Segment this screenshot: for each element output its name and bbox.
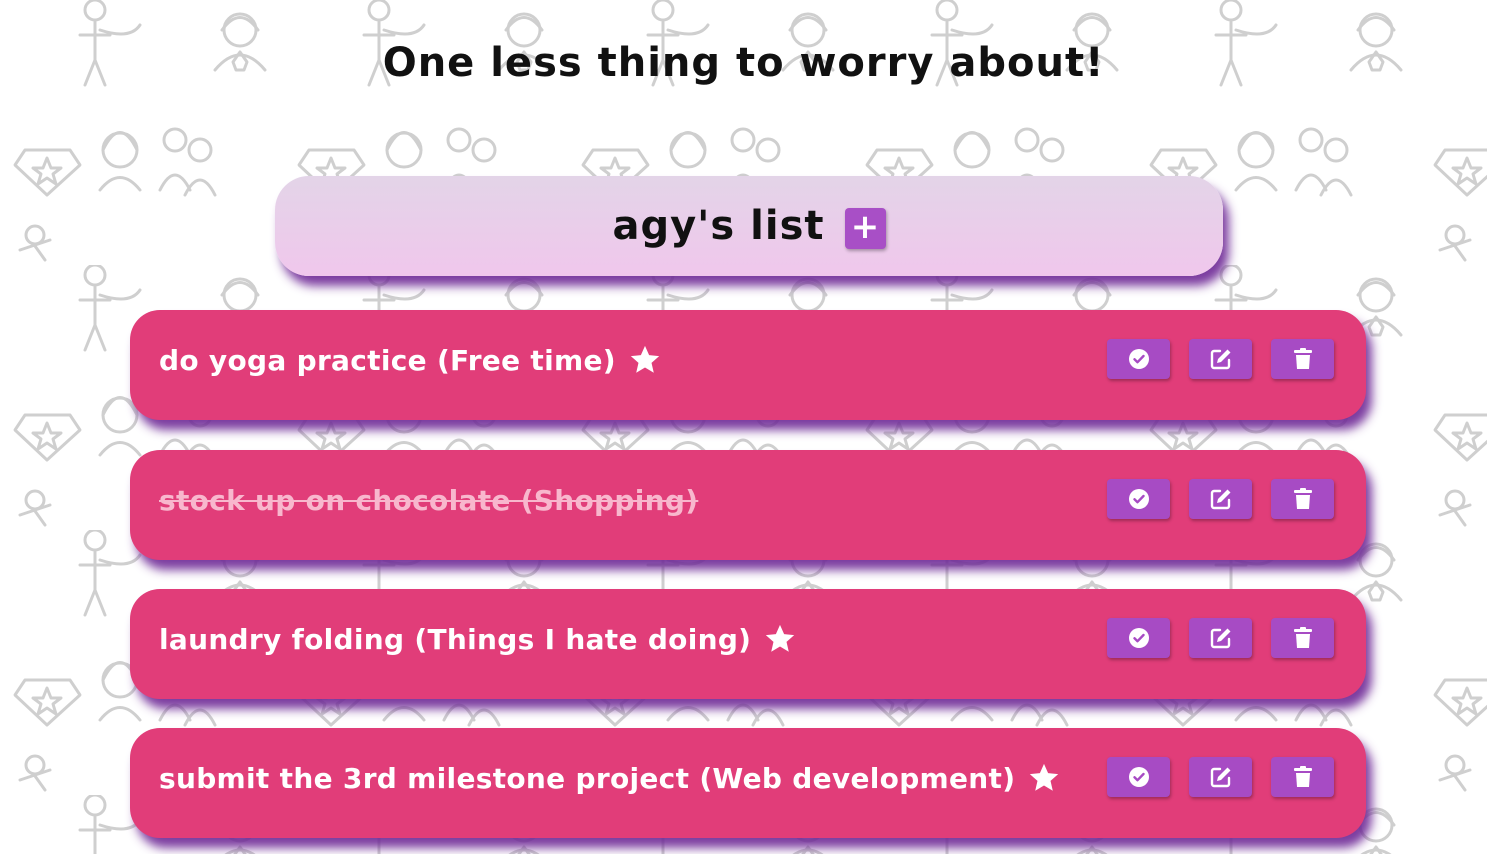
trash-icon	[1293, 488, 1312, 509]
edit-task-button[interactable]	[1189, 339, 1252, 379]
task-text-wrapper: do yoga practice (Free time)	[159, 310, 662, 410]
task-actions	[1107, 618, 1334, 658]
task-label: laundry folding (Things I hate doing)	[159, 622, 752, 656]
page-tagline: One less thing to worry about!	[382, 40, 1105, 86]
star-icon	[1030, 763, 1059, 791]
complete-task-button[interactable]	[1107, 757, 1170, 797]
list-header: agy's list +	[275, 176, 1223, 276]
edit-task-button[interactable]	[1189, 757, 1252, 797]
edit-icon	[1210, 628, 1230, 649]
todo-page: One less thing to worry about! agy's lis…	[0, 0, 1487, 854]
task-actions	[1107, 479, 1334, 519]
edit-icon	[1210, 489, 1230, 510]
star-icon	[630, 345, 660, 373]
task-item: do yoga practice (Free time)	[130, 310, 1366, 420]
edit-icon	[1210, 349, 1230, 370]
list-title: agy's list	[612, 203, 825, 249]
check-circle-icon	[1128, 349, 1149, 369]
trash-icon	[1293, 348, 1312, 369]
task-label: do yoga practice (Free time)	[159, 343, 616, 377]
trash-icon	[1293, 766, 1312, 787]
task-label: stock up on chocolate (Shopping)	[159, 483, 699, 517]
task-text-wrapper: laundry folding (Things I hate doing)	[159, 589, 797, 689]
task-item: submit the 3rd milestone project (Web de…	[130, 728, 1366, 838]
trash-icon	[1293, 627, 1312, 648]
edit-task-button[interactable]	[1189, 618, 1252, 658]
complete-task-button[interactable]	[1107, 618, 1170, 658]
delete-task-button[interactable]	[1271, 339, 1334, 379]
add-task-button[interactable]: +	[844, 207, 886, 249]
complete-task-button[interactable]	[1107, 339, 1170, 379]
task-actions	[1107, 339, 1334, 379]
delete-task-button[interactable]	[1271, 757, 1334, 797]
check-circle-icon	[1128, 489, 1149, 509]
complete-task-button[interactable]	[1107, 479, 1170, 519]
star-icon	[766, 624, 795, 652]
task-item: stock up on chocolate (Shopping)	[130, 450, 1366, 560]
task-actions	[1107, 757, 1334, 797]
check-circle-icon	[1128, 628, 1149, 648]
task-text-wrapper: stock up on chocolate (Shopping)	[159, 450, 698, 550]
task-item: laundry folding (Things I hate doing)	[130, 589, 1366, 699]
delete-task-button[interactable]	[1271, 479, 1334, 519]
task-label: submit the 3rd milestone project (Web de…	[159, 761, 1016, 795]
delete-task-button[interactable]	[1271, 618, 1334, 658]
edit-task-button[interactable]	[1189, 479, 1252, 519]
edit-icon	[1210, 767, 1230, 788]
task-text-wrapper: submit the 3rd milestone project (Web de…	[159, 728, 1061, 828]
check-circle-icon	[1128, 767, 1149, 787]
